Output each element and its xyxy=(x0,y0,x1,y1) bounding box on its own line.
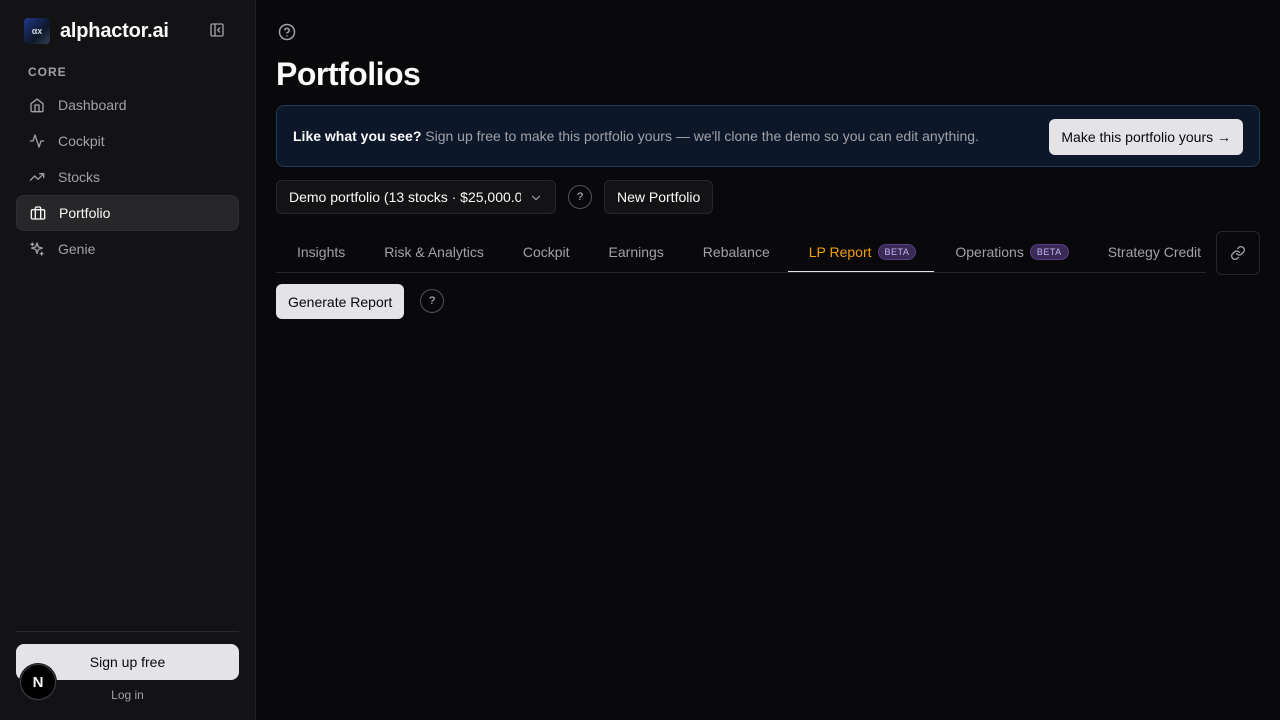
sidebar-item-genie[interactable]: Genie xyxy=(16,231,239,267)
activity-icon xyxy=(28,132,46,150)
generate-report-button[interactable]: Generate Report xyxy=(276,284,405,319)
question-mark-icon: ? xyxy=(428,295,436,307)
dev-tools-badge[interactable]: N xyxy=(20,664,56,700)
brand[interactable]: αx alphactor.ai xyxy=(24,18,169,44)
home-icon xyxy=(28,96,46,114)
tab-label: Strategy Credit xyxy=(1107,244,1202,260)
main-content: Portfolios Like what you see? Sign up fr… xyxy=(256,0,1280,720)
tab-insights[interactable]: Insights xyxy=(276,232,363,272)
sidebar-nav: Dashboard Cockpit Stocks Portfolio Genie xyxy=(16,87,239,267)
make-portfolio-yours-button[interactable]: Make this portfolio yours → xyxy=(1049,119,1243,155)
portfolio-select-value: Demo portfolio (13 stocks · $25,000.00) xyxy=(289,189,521,205)
app: αx alphactor.ai CORE Dashboard Cockpit S… xyxy=(0,0,1280,720)
tab-label: LP Report xyxy=(808,244,872,260)
sidebar-divider xyxy=(16,631,239,632)
tab-rebalance[interactable]: Rebalance xyxy=(682,232,788,272)
sidebar-item-label: Dashboard xyxy=(58,97,127,113)
sidebar-item-cockpit[interactable]: Cockpit xyxy=(16,123,239,159)
trending-up-icon xyxy=(28,168,46,186)
tab-earnings[interactable]: Earnings xyxy=(588,232,682,272)
chevron-down-icon xyxy=(531,195,541,201)
sidebar-item-label: Cockpit xyxy=(58,133,105,149)
signup-banner: Like what you see? Sign up free to make … xyxy=(276,105,1260,167)
tab-list: Insights Risk & Analytics Cockpit Earnin… xyxy=(276,232,1206,272)
nav-section-label: CORE xyxy=(28,65,67,79)
tab-label: Earnings xyxy=(608,244,664,260)
brand-name: alphactor.ai xyxy=(60,19,169,42)
sidebar-item-portfolio[interactable]: Portfolio xyxy=(16,195,239,231)
report-help-button[interactable]: ? xyxy=(420,289,444,313)
sidebar-item-label: Portfolio xyxy=(59,205,111,221)
sidebar-item-stocks[interactable]: Stocks xyxy=(16,159,239,195)
tab-lp-report[interactable]: LP Report BETA xyxy=(787,232,935,272)
beta-badge: BETA xyxy=(1029,244,1069,260)
help-circle-icon xyxy=(278,23,296,41)
sidebar: αx alphactor.ai CORE Dashboard Cockpit S… xyxy=(0,0,256,720)
n-logo-icon: N xyxy=(32,673,44,691)
portfolio-select[interactable]: Demo portfolio (13 stocks · $25,000.00) xyxy=(276,180,556,214)
link-icon xyxy=(1231,246,1245,260)
copy-link-button[interactable] xyxy=(1216,231,1260,275)
panel-left-icon xyxy=(210,23,224,37)
banner-text: Like what you see? Sign up free to make … xyxy=(293,128,979,144)
tab-label: Operations xyxy=(955,244,1024,260)
tab-bar: Insights Risk & Analytics Cockpit Earnin… xyxy=(276,232,1206,273)
sidebar-item-dashboard[interactable]: Dashboard xyxy=(16,87,239,123)
beta-badge: BETA xyxy=(877,244,917,260)
tab-label: Insights xyxy=(297,244,346,260)
sidebar-collapse-button[interactable] xyxy=(208,21,226,39)
tab-risk-analytics[interactable]: Risk & Analytics xyxy=(363,232,502,272)
tab-label: Rebalance xyxy=(702,244,770,260)
banner-bold: Like what you see? xyxy=(293,128,422,144)
portfolio-help-button[interactable]: ? xyxy=(568,185,592,209)
sidebar-item-label: Stocks xyxy=(58,169,101,185)
tab-cockpit[interactable]: Cockpit xyxy=(502,232,588,272)
tab-operations[interactable]: Operations BETA xyxy=(934,232,1086,272)
brand-logo: αx xyxy=(24,18,50,44)
sidebar-item-label: Genie xyxy=(58,241,96,257)
banner-message: Sign up free to make this portfolio your… xyxy=(421,128,979,144)
page-title: Portfolios xyxy=(276,56,421,92)
sparkles-icon xyxy=(28,240,46,258)
briefcase-icon xyxy=(29,204,47,222)
tab-label: Risk & Analytics xyxy=(384,244,484,260)
new-portfolio-button[interactable]: New Portfolio xyxy=(604,180,714,214)
question-mark-icon: ? xyxy=(576,191,584,203)
tab-strategy-credit[interactable]: Strategy Credit xyxy=(1087,232,1206,272)
tab-label: Cockpit xyxy=(522,244,570,260)
help-button[interactable] xyxy=(278,23,296,41)
